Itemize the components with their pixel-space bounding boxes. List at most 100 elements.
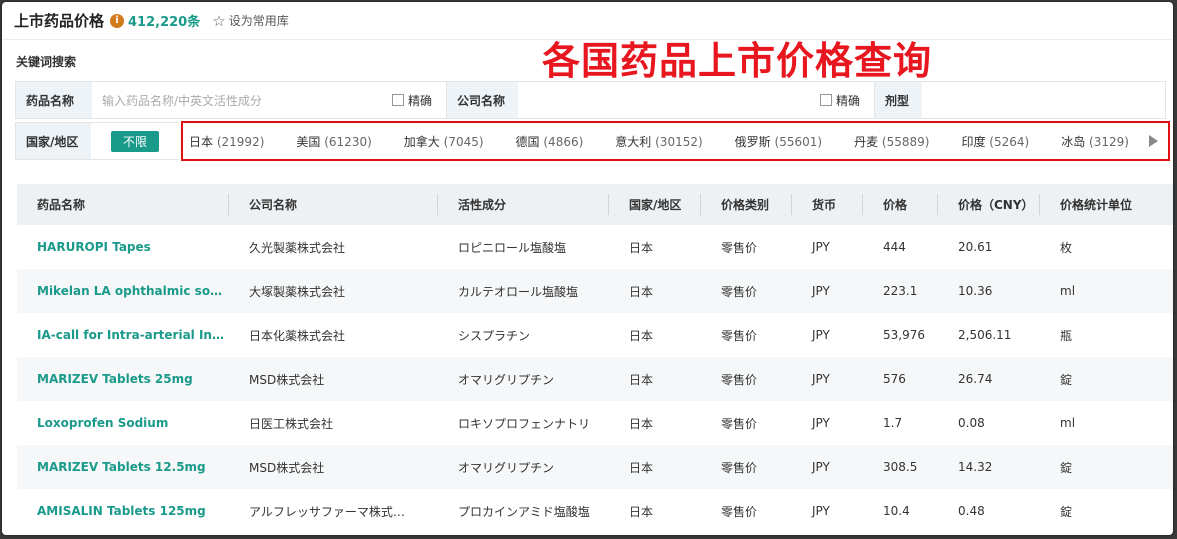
table-cell: JPY [812, 328, 830, 342]
table-cell: 零售价 [721, 460, 758, 475]
table-cell: 14.32 [958, 460, 993, 474]
country-item[interactable]: 冰岛 (3129) [1061, 133, 1129, 150]
company-name-label: 公司名称 [446, 82, 518, 118]
country-item[interactable]: 印度 (5264) [961, 133, 1029, 150]
table-cell: 零售价 [721, 328, 758, 343]
table-cell: 日本 [629, 372, 654, 387]
drug-name-link[interactable]: MARIZEV Tablets 25mg [17, 357, 229, 401]
country-item[interactable]: 日本 (21992) [189, 133, 264, 150]
star-icon: ☆ [212, 11, 226, 30]
column-header: 价格（CNY） [938, 184, 1040, 225]
table-row: Loxoprofen Sodium 日医工株式会社 ロキソプロフェンナトリ 日本 零售价… [17, 401, 1173, 445]
country-item[interactable]: 美国 (61230) [296, 133, 371, 150]
country-item[interactable]: 德国 (4866) [516, 133, 584, 150]
table-row: MARIZEV Tablets 25mg MSD株式会社 オマリグリプチン 日本 零售价… [17, 357, 1173, 401]
drug-name-link[interactable]: HARUROPI Tapes [17, 225, 229, 269]
table-cell: 零售价 [721, 372, 758, 387]
column-header: 货币 [792, 184, 863, 225]
table-cell: オマリグリプチン [458, 460, 555, 475]
table-cell: 10.4 [883, 504, 910, 518]
country-item[interactable]: 丹麦 (55889) [854, 133, 929, 150]
column-header: 活性成分 [438, 184, 609, 225]
table-cell: 零售价 [721, 240, 758, 255]
table-cell: JPY [812, 504, 830, 518]
unlimited-cell: 不限 [91, 122, 179, 160]
checkbox-icon [392, 94, 404, 106]
table-row: MARIZEV Tablets 12.5mg MSD株式会社 オマリグリプチン 日本 零… [17, 445, 1173, 489]
drug-name-label: 药品名称 [16, 82, 92, 118]
table-cell: プロカインアミド塩酸塩 [458, 504, 590, 519]
table-cell: 576 [883, 372, 906, 386]
company-exact-checkbox[interactable]: 精确 [820, 92, 860, 109]
table-cell: ロピニロール塩酸塩 [458, 240, 567, 255]
table-cell: 大塚製薬株式会社 [249, 284, 346, 299]
table-cell: 10.36 [958, 284, 993, 298]
table-cell: 26.74 [958, 372, 993, 386]
table-cell: ロキソプロフェンナトリ [458, 416, 591, 431]
company-name-input[interactable]: 精确 [518, 82, 874, 118]
country-item[interactable]: 加拿大 (7045) [404, 133, 484, 150]
drug-name-link[interactable]: Loxoprofen Sodium [17, 401, 229, 445]
drug-name-link[interactable]: MARIZEV Tablets 12.5mg [17, 445, 229, 489]
table-cell: 308.5 [883, 460, 918, 474]
table-row: AMISALIN Tablets 125mg アルフレッサファーマ株式… プロカイン… [17, 489, 1173, 533]
table-cell: JPY [812, 284, 830, 298]
table-cell: ml [1060, 284, 1076, 298]
table-cell: 53,976 [883, 328, 925, 342]
table-cell: 1.7 [883, 416, 903, 430]
table-cell: 20.61 [958, 240, 993, 254]
table-cell: 日本 [629, 416, 654, 431]
drug-name-link[interactable]: AMISALIN Tablets 125mg [17, 489, 229, 533]
table-cell: アルフレッサファーマ株式… [249, 504, 405, 519]
table-cell: JPY [812, 416, 830, 430]
table-header-row: 药品名称 公司名称 活性成分 国家/地区 价格类别 货币 价格 价格（CNY） 价格统计单位 [17, 184, 1173, 225]
table-cell: 零售价 [721, 416, 758, 431]
column-header: 价格 [863, 184, 938, 225]
checkbox-icon [820, 94, 832, 106]
unlimited-button[interactable]: 不限 [110, 130, 159, 152]
table-cell: 錠 [1060, 460, 1073, 475]
next-arrow-icon[interactable] [1149, 135, 1158, 147]
table-cell: カルテオロール塩酸塩 [458, 284, 579, 299]
table-cell: JPY [812, 240, 830, 254]
column-header: 药品名称 [17, 184, 229, 225]
banner-title: 各国药品上市价格查询 [542, 39, 933, 83]
table-cell: MSD株式会社 [249, 460, 325, 475]
results-table: 药品名称 公司名称 活性成分 国家/地区 价格类别 货币 价格 价格（CNY） 价格统计单位 H… [17, 184, 1173, 533]
table-cell: 瓶 [1060, 328, 1073, 343]
column-header: 价格类别 [701, 184, 792, 225]
favorite-label: 设为常用库 [228, 14, 289, 28]
table-cell: シスプラチン [458, 328, 531, 343]
page-title: 上市药品价格 [14, 12, 105, 30]
dosage-form-label: 剂型 [874, 82, 922, 118]
table-cell: 日医工株式会社 [249, 416, 334, 431]
column-header: 国家/地区 [609, 184, 701, 225]
country-item[interactable]: 俄罗斯 (55601) [735, 133, 822, 150]
country-item[interactable]: 意大利 (30152) [615, 133, 702, 150]
country-filter-row: 国家/地区 不限 日本 (21992) 美国 (61230) 加拿大 (7045… [15, 121, 1170, 161]
table-cell: 枚 [1060, 240, 1073, 255]
table-cell: 2,506.11 [958, 328, 1012, 342]
table-cell: 日本 [629, 284, 654, 299]
table-row: IA-call for Intra-arterial In… 日本化薬株式会社 シス… [17, 313, 1173, 357]
drug-exact-checkbox[interactable]: 精确 [392, 92, 432, 109]
drug-name-link[interactable]: Mikelan LA ophthalmic so… [17, 269, 229, 313]
table-cell: 錠 [1060, 504, 1073, 519]
column-header: 价格统计单位 [1060, 198, 1133, 212]
table-cell: 日本 [629, 460, 654, 475]
company-exact-label: 精确 [836, 93, 861, 108]
table-cell: 444 [883, 240, 906, 254]
dosage-form-input[interactable] [922, 82, 1165, 118]
keyword-search-label: 关键词搜索 [16, 55, 77, 69]
table-cell: 日本 [629, 328, 654, 343]
app-window: 上市药品价格 i 412,220条 ☆ 设为常用库 各国药品上市价格查询 关键词… [2, 2, 1173, 535]
column-header: 公司名称 [229, 184, 438, 225]
drug-name-input[interactable]: 输入药品名称/中英文活性成分 精确 [92, 82, 446, 118]
info-icon[interactable]: i [110, 13, 125, 28]
table-cell: JPY [812, 460, 830, 474]
table-cell: 久光製薬株式会社 [249, 240, 346, 255]
table-cell: 日本 [629, 240, 654, 255]
drug-name-link[interactable]: IA-call for Intra-arterial In… [17, 313, 229, 357]
favorite-button[interactable]: ☆ 设为常用库 [212, 12, 288, 30]
table-cell: ml [1060, 416, 1076, 430]
